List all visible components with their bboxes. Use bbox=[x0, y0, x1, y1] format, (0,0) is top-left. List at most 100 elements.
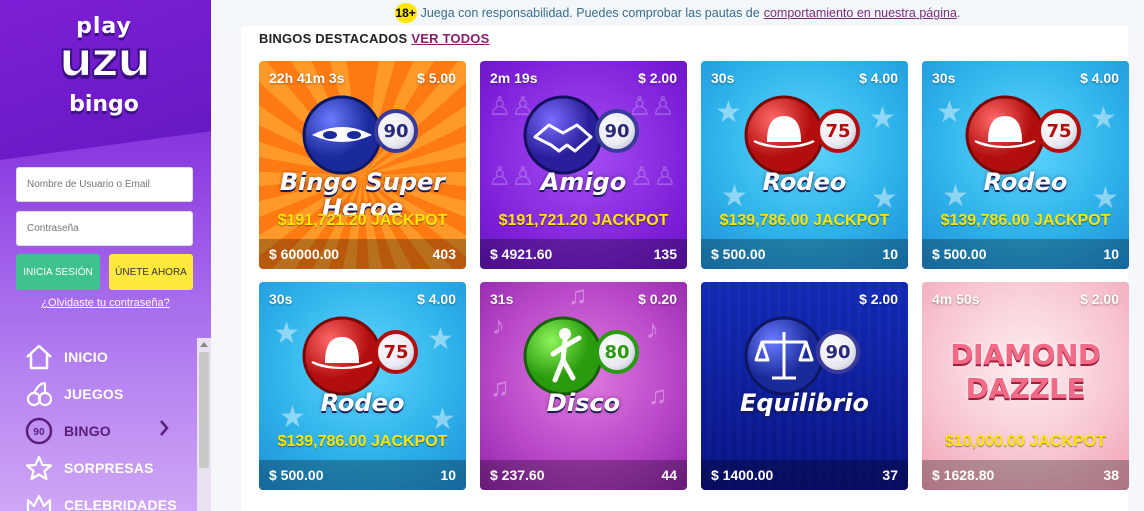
card-title: Equilibrio bbox=[739, 389, 870, 417]
responsible-gaming-text: Juega con responsabilidad. Puedes compro… bbox=[420, 6, 760, 20]
card-footer: $ 1628.80 38 bbox=[922, 460, 1129, 490]
crown-icon bbox=[24, 491, 54, 511]
card-timer: 22h 41m 3s bbox=[269, 70, 345, 86]
section-title-text: BINGOS DESTACADOS bbox=[259, 31, 408, 46]
card-jackpot: $191,721.20 JACKPOT bbox=[498, 212, 669, 229]
card-title: Amigo bbox=[540, 168, 627, 196]
sidebar-item-label: JUEGOS bbox=[64, 385, 124, 402]
view-all-link[interactable]: VER TODOS bbox=[411, 31, 489, 46]
card-footer: $ 1400.00 37 bbox=[701, 460, 908, 490]
card-prize: $ 500.00 bbox=[269, 467, 324, 483]
card-prize: $ 237.60 bbox=[490, 467, 545, 483]
sidebar-item-sorpresas[interactable]: SORPRESAS bbox=[0, 449, 197, 486]
card-footer: $ 500.00 10 bbox=[259, 460, 466, 490]
cowboy-hat-ball-icon bbox=[965, 95, 1045, 175]
sidebar-item-inicio[interactable]: INICIO bbox=[0, 338, 197, 375]
card-jackpot: $139,786.00 JACKPOT bbox=[277, 433, 448, 450]
card-timer: 31s bbox=[490, 291, 514, 307]
content-right-gutter bbox=[1128, 26, 1144, 511]
bingo-card[interactable]: DIAMOND DAZZLE 4m 50s $ 2.00 $10,000.00 … bbox=[922, 282, 1129, 490]
card-timer: 4m 50s bbox=[932, 291, 980, 307]
music-note-icon: ♪ bbox=[492, 310, 505, 340]
card-players: 10 bbox=[882, 246, 898, 262]
sidebar-item-label: CELEBRIDADES bbox=[64, 496, 177, 511]
bingo-ball-number: 90 bbox=[595, 109, 639, 153]
bingo-ball-number: 90 bbox=[816, 330, 860, 374]
card-price: $ 2.00 bbox=[1080, 291, 1119, 307]
bingo-card[interactable]: 90 22h 41m 3s $ 5.00 Bingo Super Heroe $… bbox=[259, 61, 466, 269]
sidebar-nav: INICIO JUEGOS 90 BINGO SORPRESAS CELEBRI… bbox=[0, 338, 197, 511]
password-input[interactable] bbox=[16, 211, 193, 246]
cowboy-hat-ball-icon bbox=[744, 95, 824, 175]
cowboy-hat-ball-icon bbox=[302, 316, 382, 396]
card-prize: $ 500.00 bbox=[932, 246, 987, 262]
star-icon: ★ bbox=[427, 323, 454, 356]
bingo-ball-number: 90 bbox=[374, 109, 418, 153]
card-players: 10 bbox=[1103, 246, 1119, 262]
dancer-ball-icon bbox=[523, 316, 603, 396]
section-title: BINGOS DESTACADOS VER TODOS bbox=[259, 31, 489, 46]
scrollbar-thumb[interactable] bbox=[199, 352, 209, 468]
bingo-card[interactable]: ♪ ♫ ♪ ♫ ♫ 80 31s $ 0.20 Disco $ 237.60 4… bbox=[480, 282, 687, 490]
chevron-right-icon bbox=[159, 419, 169, 443]
username-input[interactable] bbox=[16, 167, 193, 202]
logo[interactable]: play uzu bingo bbox=[48, 14, 160, 124]
card-footer: $ 500.00 10 bbox=[701, 239, 908, 269]
card-title: Rodeo bbox=[762, 168, 847, 196]
bingo-card[interactable]: 90 $ 2.00 Equilibrio $ 1400.00 37 bbox=[701, 282, 908, 490]
cherries-icon bbox=[24, 380, 54, 408]
responsible-gaming-link[interactable]: comportamiento en nuestra página bbox=[764, 6, 957, 20]
bingo-card[interactable]: ♙♙ ♙♙ ♙♙ ♙♙ 90 2m 19s $ 2.00 Amigo $191,… bbox=[480, 61, 687, 269]
card-prize: $ 4921.60 bbox=[490, 246, 553, 262]
sidebar-item-celebridades[interactable]: CELEBRIDADES bbox=[0, 486, 197, 511]
card-jackpot: $139,786.00 JACKPOT bbox=[719, 212, 890, 229]
card-timer: 30s bbox=[932, 70, 956, 86]
card-players: 135 bbox=[653, 246, 677, 262]
card-jackpot: $10,000.00 JACKPOT bbox=[945, 433, 1106, 450]
card-timer: 30s bbox=[711, 70, 735, 86]
card-title: Disco bbox=[546, 389, 621, 417]
sidebar-item-juegos[interactable]: JUEGOS bbox=[0, 375, 197, 412]
login-button[interactable]: INICIA SESIÓN bbox=[16, 254, 100, 290]
card-jackpot: $139,786.00 JACKPOT bbox=[940, 212, 1111, 229]
card-title: Bingo Super Heroe bbox=[279, 169, 446, 215]
forgot-password-link[interactable]: ¿Olvidaste tu contraseña? bbox=[0, 297, 211, 309]
handshake-ball-icon bbox=[523, 95, 603, 175]
bingo-ball-number: 80 bbox=[595, 330, 639, 374]
scales-ball-icon bbox=[744, 316, 824, 396]
card-price: $ 4.00 bbox=[417, 291, 456, 307]
responsible-gaming-bar: 18+ Juega con responsabilidad. Puedes co… bbox=[211, 0, 1144, 26]
card-price: $ 4.00 bbox=[859, 70, 898, 86]
card-players: 44 bbox=[661, 467, 677, 483]
card-players: 37 bbox=[882, 467, 898, 483]
card-footer: $ 60000.00 403 bbox=[259, 239, 466, 269]
scroll-up-icon[interactable] bbox=[200, 342, 208, 347]
sidebar-item-bingo[interactable]: 90 BINGO bbox=[0, 412, 197, 449]
bingo-card[interactable]: ★ ★ ★ ★ 75 30s $ 4.00 Rodeo $139,786.00 … bbox=[701, 61, 908, 269]
card-footer: $ 237.60 44 bbox=[480, 460, 687, 490]
card-footer: $ 4921.60 135 bbox=[480, 239, 687, 269]
bingo-ball-icon: 90 bbox=[24, 417, 54, 445]
card-timer: 30s bbox=[269, 291, 293, 307]
content-left-gutter bbox=[211, 26, 241, 511]
card-price: $ 0.20 bbox=[638, 291, 677, 307]
sidebar-scrollbar[interactable] bbox=[197, 338, 211, 511]
star-icon bbox=[24, 454, 54, 482]
sidebar: play uzu bingo INICIA SESIÓN ÚNETE AHORA… bbox=[0, 0, 211, 511]
join-button[interactable]: ÚNETE AHORA bbox=[109, 254, 193, 290]
card-price: $ 4.00 bbox=[1080, 70, 1119, 86]
age-18-badge: 18+ bbox=[394, 3, 417, 23]
card-jackpot: $191,721.20 JACKPOT bbox=[277, 212, 448, 229]
card-title: Rodeo bbox=[320, 389, 405, 417]
responsible-gaming-suffix: . bbox=[956, 6, 961, 20]
star-icon: ★ bbox=[273, 317, 300, 350]
card-price: $ 5.00 bbox=[417, 70, 456, 86]
card-price: $ 2.00 bbox=[638, 70, 677, 86]
star-icon: ★ bbox=[936, 96, 963, 129]
card-timer: 2m 19s bbox=[490, 70, 538, 86]
bingo-ball-number: 75 bbox=[1037, 109, 1081, 153]
bingo-card[interactable]: ★ ★ ★ ★ 75 30s $ 4.00 Rodeo $139,786.00 … bbox=[922, 61, 1129, 269]
bingo-card[interactable]: ★ ★ ★ ★ 75 30s $ 4.00 Rodeo $139,786.00 … bbox=[259, 282, 466, 490]
sidebar-item-label: BINGO bbox=[64, 422, 111, 439]
card-prize: $ 60000.00 bbox=[269, 246, 340, 262]
